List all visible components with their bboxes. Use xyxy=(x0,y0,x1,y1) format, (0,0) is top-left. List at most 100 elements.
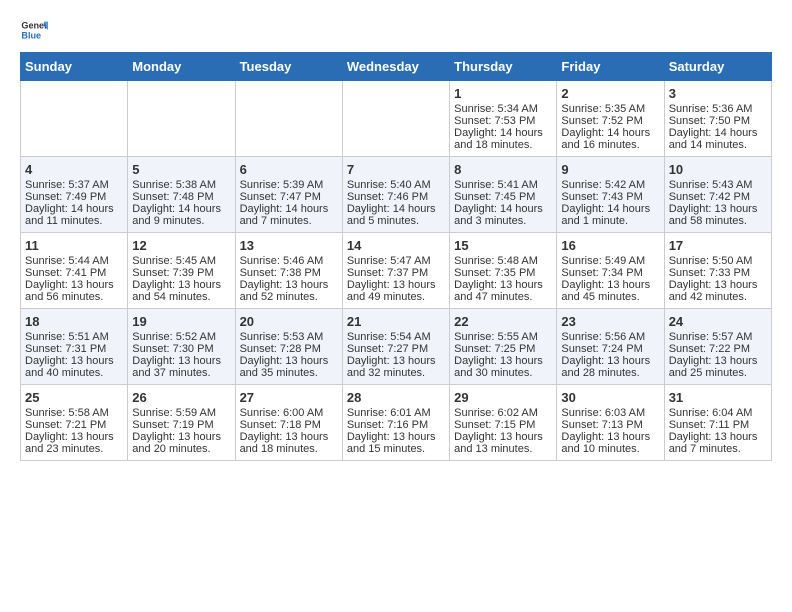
calendar-cell: 28Sunrise: 6:01 AMSunset: 7:16 PMDayligh… xyxy=(342,385,449,461)
sunrise-text: Sunrise: 5:50 AM xyxy=(669,255,767,267)
col-header-saturday: Saturday xyxy=(664,53,771,81)
calendar-cell: 22Sunrise: 5:55 AMSunset: 7:25 PMDayligh… xyxy=(450,309,557,385)
sunrise-text: Sunrise: 6:02 AM xyxy=(454,407,552,419)
daylight-text: Daylight: 13 hours and 42 minutes. xyxy=(669,279,767,303)
sunrise-text: Sunrise: 5:37 AM xyxy=(25,179,123,191)
calendar-cell xyxy=(342,81,449,157)
daylight-text: Daylight: 13 hours and 32 minutes. xyxy=(347,355,445,379)
calendar-cell: 7Sunrise: 5:40 AMSunset: 7:46 PMDaylight… xyxy=(342,157,449,233)
sunset-text: Sunset: 7:28 PM xyxy=(240,343,338,355)
calendar-cell: 13 Sunrise: 5:46 AMSunset: 7:38 PMDayligh… xyxy=(235,233,342,309)
sunrise-text: Sunrise: 5:36 AM xyxy=(669,103,767,115)
daylight-text: Daylight: 13 hours and 54 minutes. xyxy=(132,279,230,303)
daylight-text: Daylight: 14 hours and 5 minutes. xyxy=(347,203,445,227)
sunrise-text: Sunrise: 5:59 AM xyxy=(132,407,230,419)
calendar-cell: 27Sunrise: 6:00 AMSunset: 7:18 PMDayligh… xyxy=(235,385,342,461)
sunset-text: Sunset: 7:38 PM xyxy=(240,267,338,279)
daylight-text: Daylight: 13 hours and 45 minutes. xyxy=(561,279,659,303)
daylight-text: Daylight: 13 hours and 13 minutes. xyxy=(454,431,552,455)
daylight-text: Daylight: 14 hours and 14 minutes. xyxy=(669,127,767,151)
col-header-tuesday: Tuesday xyxy=(235,53,342,81)
sunset-text: Sunset: 7:53 PM xyxy=(454,115,552,127)
week-row-4: 18Sunrise: 5:51 AMSunset: 7:31 PMDayligh… xyxy=(21,309,772,385)
sunset-text: Sunset: 7:43 PM xyxy=(561,191,659,203)
day-number: 17 xyxy=(669,238,767,253)
day-number: 8 xyxy=(454,162,552,177)
day-number: 20 xyxy=(240,314,338,329)
sunrise-text: Sunrise: 6:01 AM xyxy=(347,407,445,419)
sunset-text: Sunset: 7:46 PM xyxy=(347,191,445,203)
day-number: 18 xyxy=(25,314,123,329)
daylight-text: Daylight: 13 hours and 18 minutes. xyxy=(240,431,338,455)
header-row: SundayMondayTuesdayWednesdayThursdayFrid… xyxy=(21,53,772,81)
calendar-cell: 25Sunrise: 5:58 AMSunset: 7:21 PMDayligh… xyxy=(21,385,128,461)
week-row-5: 25Sunrise: 5:58 AMSunset: 7:21 PMDayligh… xyxy=(21,385,772,461)
sunset-text: Sunset: 7:24 PM xyxy=(561,343,659,355)
sunset-text: Sunset: 7:13 PM xyxy=(561,419,659,431)
col-header-thursday: Thursday xyxy=(450,53,557,81)
daylight-text: Daylight: 13 hours and 40 minutes. xyxy=(25,355,123,379)
day-number: 16 xyxy=(561,238,659,253)
sunset-text: Sunset: 7:25 PM xyxy=(454,343,552,355)
sunset-text: Sunset: 7:18 PM xyxy=(240,419,338,431)
daylight-text: Daylight: 13 hours and 52 minutes. xyxy=(240,279,338,303)
day-number: 23 xyxy=(561,314,659,329)
day-number: 19 xyxy=(132,314,230,329)
sunset-text: Sunset: 7:16 PM xyxy=(347,419,445,431)
daylight-text: Daylight: 14 hours and 16 minutes. xyxy=(561,127,659,151)
calendar-cell: 14Sunrise: 5:47 AMSunset: 7:37 PMDayligh… xyxy=(342,233,449,309)
calendar-table: SundayMondayTuesdayWednesdayThursdayFrid… xyxy=(20,52,772,461)
sunset-text: Sunset: 7:41 PM xyxy=(25,267,123,279)
sunrise-text: Sunrise: 5:38 AM xyxy=(132,179,230,191)
daylight-text: Daylight: 13 hours and 49 minutes. xyxy=(347,279,445,303)
calendar-cell: 9Sunrise: 5:42 AMSunset: 7:43 PMDaylight… xyxy=(557,157,664,233)
daylight-text: Daylight: 14 hours and 1 minute. xyxy=(561,203,659,227)
sunset-text: Sunset: 7:49 PM xyxy=(25,191,123,203)
daylight-text: Daylight: 13 hours and 47 minutes. xyxy=(454,279,552,303)
daylight-text: Daylight: 13 hours and 30 minutes. xyxy=(454,355,552,379)
day-number: 3 xyxy=(669,86,767,101)
sunset-text: Sunset: 7:39 PM xyxy=(132,267,230,279)
sunrise-text: Sunrise: 5:48 AM xyxy=(454,255,552,267)
sunset-text: Sunset: 7:52 PM xyxy=(561,115,659,127)
day-number: 29 xyxy=(454,390,552,405)
sunrise-text: Sunrise: 5:41 AM xyxy=(454,179,552,191)
day-number: 13 xyxy=(240,238,338,253)
daylight-text: Daylight: 14 hours and 3 minutes. xyxy=(454,203,552,227)
sunrise-text: Sunrise: 5:58 AM xyxy=(25,407,123,419)
sunrise-text: Sunrise: 5:56 AM xyxy=(561,331,659,343)
sunrise-text: Sunrise: 5:34 AM xyxy=(454,103,552,115)
col-header-wednesday: Wednesday xyxy=(342,53,449,81)
calendar-cell: 18Sunrise: 5:51 AMSunset: 7:31 PMDayligh… xyxy=(21,309,128,385)
calendar-cell: 2Sunrise: 5:35 AMSunset: 7:52 PMDaylight… xyxy=(557,81,664,157)
day-number: 21 xyxy=(347,314,445,329)
sunset-text: Sunset: 7:47 PM xyxy=(240,191,338,203)
sunset-text: Sunset: 7:21 PM xyxy=(25,419,123,431)
week-row-2: 4 Sunrise: 5:37 AMSunset: 7:49 PM Daylight… xyxy=(21,157,772,233)
calendar-cell: 23 Sunrise: 5:56 AMSunset: 7:24 PMDayligh… xyxy=(557,309,664,385)
sunrise-text: Sunrise: 6:00 AM xyxy=(240,407,338,419)
day-number: 10 xyxy=(669,162,767,177)
sunset-text: Sunset: 7:37 PM xyxy=(347,267,445,279)
sunset-text: Sunset: 7:42 PM xyxy=(669,191,767,203)
sunrise-text: Sunrise: 5:46 AM xyxy=(240,255,338,267)
daylight-text: Daylight: 13 hours and 28 minutes. xyxy=(561,355,659,379)
daylight-text: Daylight: 13 hours and 23 minutes. xyxy=(25,431,123,455)
sunset-text: Sunset: 7:48 PM xyxy=(132,191,230,203)
sunset-text: Sunset: 7:19 PM xyxy=(132,419,230,431)
calendar-cell: 3 Sunrise: 5:36 AMSunset: 7:50 PMDaylight… xyxy=(664,81,771,157)
sunrise-text: Sunrise: 5:44 AM xyxy=(25,255,123,267)
daylight-text: Daylight: 14 hours and 9 minutes. xyxy=(132,203,230,227)
sunrise-text: Sunrise: 5:55 AM xyxy=(454,331,552,343)
daylight-text: Daylight: 14 hours and 7 minutes. xyxy=(240,203,338,227)
calendar-cell: 24Sunrise: 5:57 AMSunset: 7:22 PMDayligh… xyxy=(664,309,771,385)
daylight-text: Daylight: 13 hours and 35 minutes. xyxy=(240,355,338,379)
daylight-text: Daylight: 13 hours and 7 minutes. xyxy=(669,431,767,455)
daylight-text: Daylight: 13 hours and 56 minutes. xyxy=(25,279,123,303)
day-number: 4 xyxy=(25,162,123,177)
day-number: 24 xyxy=(669,314,767,329)
day-number: 30 xyxy=(561,390,659,405)
sunrise-text: Sunrise: 5:54 AM xyxy=(347,331,445,343)
calendar-cell: 30Sunrise: 6:03 AMSunset: 7:13 PMDayligh… xyxy=(557,385,664,461)
sunset-text: Sunset: 7:50 PM xyxy=(669,115,767,127)
